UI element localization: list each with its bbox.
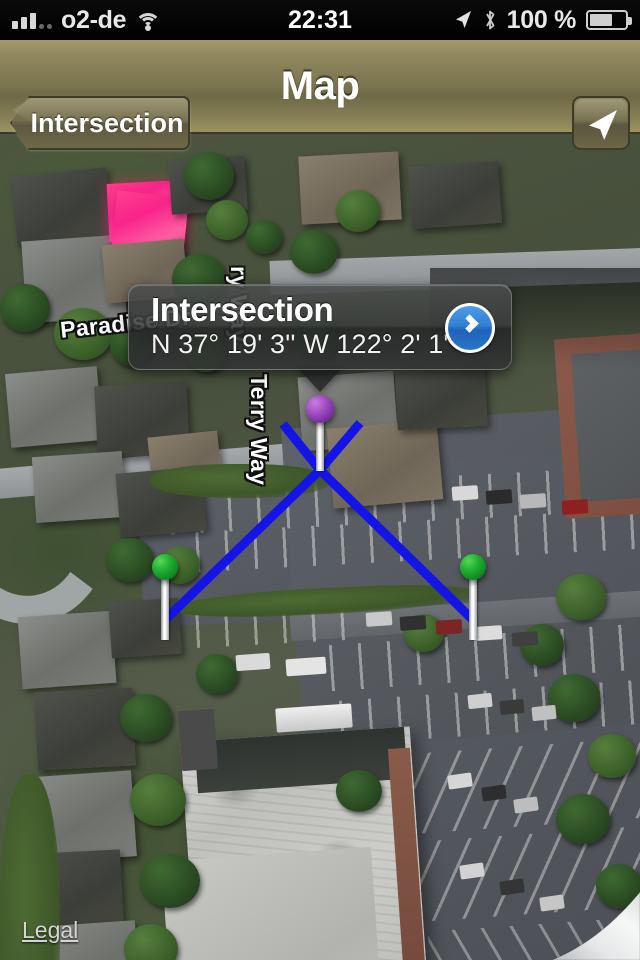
- navigation-bar: Map Intersection: [0, 40, 640, 150]
- clock-label: 22:31: [288, 5, 352, 34]
- map-callout[interactable]: Intersection N 37° 19' 3'' W 122° 2' 1'': [128, 284, 512, 370]
- legal-link[interactable]: Legal: [22, 917, 78, 944]
- back-button[interactable]: Intersection: [10, 96, 190, 150]
- pin-head: [152, 554, 178, 580]
- status-bar-right: 100 %: [453, 0, 632, 40]
- page-curl-button[interactable]: [544, 891, 640, 960]
- pin-head: [306, 395, 334, 423]
- pin-head: [460, 554, 486, 580]
- locate-me-button[interactable]: [572, 96, 630, 150]
- back-button-label: Intersection: [30, 107, 184, 138]
- callout-coordinates: N 37° 19' 3'' W 122° 2' 1'': [151, 329, 454, 359]
- battery-percent-label: 100 %: [506, 5, 577, 34]
- waypoint-right-pin[interactable]: [460, 554, 486, 640]
- map-view[interactable]: ry Way Terry Way Paradise Dr: [0, 134, 640, 960]
- location-arrow-icon: [585, 107, 621, 148]
- location-arrow-icon: [453, 9, 473, 31]
- route-polylines: [161, 420, 477, 624]
- waypoint-left-pin[interactable]: [152, 554, 178, 640]
- disclosure-detail-button[interactable]: [445, 303, 495, 353]
- map-app-screen: o2-de 22:31 100 % Map Intersection Terry…: [0, 0, 640, 960]
- pin-stem: [161, 576, 169, 640]
- pin-stem: [316, 419, 324, 471]
- battery-full-icon: [586, 10, 632, 30]
- satellite-imagery: ry Way Terry Way Paradise Dr: [0, 134, 640, 960]
- status-bar: o2-de 22:31 100 %: [0, 0, 640, 40]
- bluetooth-icon: [483, 9, 497, 31]
- intersection-pin[interactable]: [306, 395, 334, 471]
- callout-title: Intersection: [151, 291, 334, 328]
- pin-stem: [469, 576, 477, 640]
